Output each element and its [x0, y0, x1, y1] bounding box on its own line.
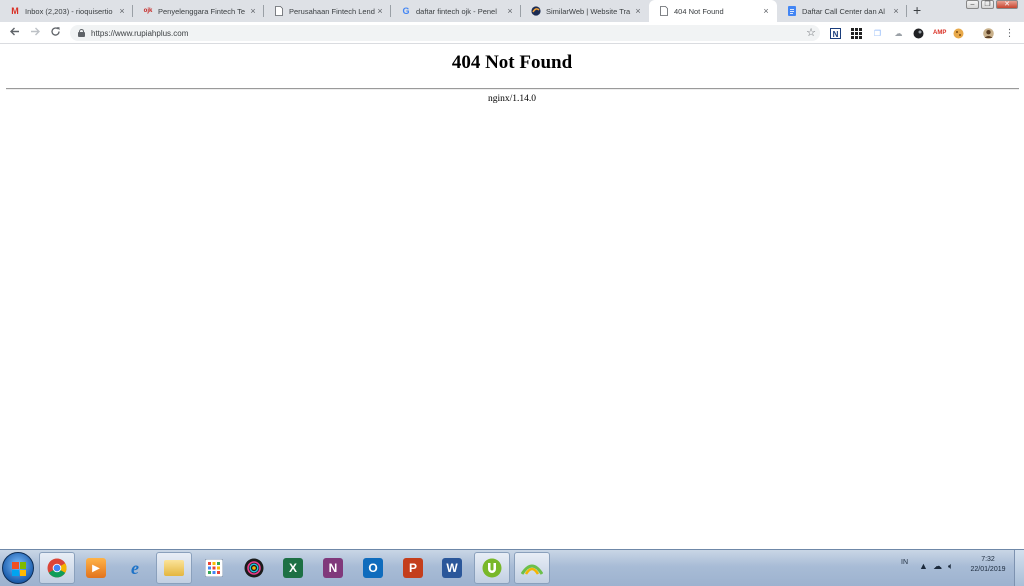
window-close-button[interactable]: ✕: [996, 0, 1018, 9]
close-icon[interactable]: ×: [248, 6, 258, 16]
extension-cookie-icon[interactable]: [953, 28, 964, 39]
internet-explorer-icon: e: [131, 557, 139, 578]
close-icon[interactable]: ×: [117, 6, 127, 16]
taskbar-outlook[interactable]: O: [355, 552, 391, 584]
media-player-icon: ▶: [86, 558, 106, 578]
page-icon: [274, 6, 284, 16]
page-icon: [659, 6, 669, 16]
profile-avatar-icon[interactable]: [983, 28, 994, 39]
window-controls: – ❐ ✕: [966, 0, 1018, 9]
browser-toolbar: https://www.rupiahplus.com ☆ N ❐ ☁ AMP ⋮: [0, 22, 1024, 44]
taskbar-chrome[interactable]: [39, 552, 75, 584]
start-button[interactable]: [2, 552, 34, 584]
forward-button[interactable]: [30, 26, 41, 40]
onenote-icon: N: [323, 558, 343, 578]
forward-arrow-icon: [31, 27, 40, 36]
network-app-icon: [521, 564, 543, 575]
taskbar-word[interactable]: W: [434, 552, 470, 584]
back-arrow-icon: [10, 27, 19, 36]
lock-icon: [78, 29, 85, 37]
server-signature: nginx/1.14.0: [487, 94, 537, 104]
tab-strip: M Inbox (2,203) - rioquisertio × ojk Pen…: [0, 0, 1024, 22]
taskbar-media-player[interactable]: ▶: [78, 552, 114, 584]
excel-icon: X: [283, 558, 303, 578]
reload-icon: [51, 27, 60, 36]
extension-grid-icon[interactable]: [851, 28, 862, 39]
volume-icon[interactable]: 🔈︎: [948, 561, 953, 572]
tab-penyelenggara[interactable]: ojk Penyelenggara Fintech Te ×: [133, 0, 264, 22]
tab-call-center[interactable]: Daftar Call Center dan Al ×: [777, 0, 907, 22]
app-grid-icon: [205, 559, 223, 577]
outlook-icon: O: [363, 558, 383, 578]
extension-n-icon[interactable]: N: [830, 28, 841, 39]
similarweb-icon: [531, 6, 541, 16]
tab-title: 404 Not Found: [674, 6, 724, 16]
tab-title: Daftar Call Center dan Al: [802, 6, 885, 16]
extension-cloud-icon[interactable]: ☁: [893, 28, 904, 39]
reload-button[interactable]: [50, 26, 61, 40]
system-clock[interactable]: 7:32 22/01/2019: [966, 555, 1010, 575]
extension-amp-icon[interactable]: AMP: [933, 28, 946, 39]
page-title: 404 Not Found: [451, 52, 573, 73]
tab-title: Penyelenggara Fintech Te: [158, 6, 246, 16]
taskbar-utorrent[interactable]: [474, 552, 510, 584]
tab-gmail[interactable]: M Inbox (2,203) - rioquisertio ×: [0, 0, 133, 22]
tab-title: daftar fintech ojk - Penel: [416, 6, 497, 16]
taskbar-internet-explorer[interactable]: e: [117, 552, 153, 584]
taskbar-app-grid[interactable]: [196, 552, 232, 584]
taskbar-file-explorer[interactable]: [156, 552, 192, 584]
show-hidden-icons-icon[interactable]: ▲: [919, 561, 928, 571]
docs-icon: [787, 6, 797, 16]
extension-doc-icon[interactable]: ❐: [872, 28, 883, 39]
restore-button[interactable]: ❐: [981, 0, 994, 9]
address-bar[interactable]: https://www.rupiahplus.com ☆: [70, 25, 820, 41]
minimize-button[interactable]: –: [966, 0, 979, 9]
tab-title: SimilarWeb | Website Tra: [546, 6, 631, 16]
powerpoint-icon: P: [403, 558, 423, 578]
taskbar-powerpoint[interactable]: P: [395, 552, 431, 584]
tab-title: Inbox (2,203) - rioquisertio: [25, 6, 113, 16]
ojk-icon: ojk: [143, 8, 153, 14]
chrome-icon: [47, 558, 67, 578]
tab-title: Perusahaan Fintech Lendi: [289, 6, 375, 16]
page-content: 404 Not Found nginx/1.14.0: [0, 45, 1024, 549]
taskbar-camera-app[interactable]: [236, 552, 272, 584]
windows-logo-icon: [12, 562, 26, 576]
extension-dark-icon[interactable]: [913, 28, 924, 39]
menu-kebab-icon[interactable]: ⋮: [1004, 28, 1015, 39]
back-button[interactable]: [9, 26, 20, 40]
close-icon[interactable]: ×: [505, 6, 515, 16]
close-icon[interactable]: ×: [375, 6, 385, 16]
screen: M Inbox (2,203) - rioquisertio × ojk Pen…: [0, 0, 1024, 586]
close-icon[interactable]: ×: [633, 6, 643, 16]
close-icon[interactable]: ×: [891, 6, 901, 16]
gmail-icon: M: [11, 6, 19, 16]
language-indicator[interactable]: IN: [901, 559, 908, 566]
taskbar-excel[interactable]: X: [275, 552, 311, 584]
tab-google-search[interactable]: G daftar fintech ojk - Penel ×: [391, 0, 521, 22]
show-desktop-button[interactable]: [1014, 550, 1024, 586]
utorrent-icon: [482, 558, 502, 578]
bookmark-star-icon[interactable]: ☆: [806, 26, 816, 39]
cloud-sync-icon[interactable]: ☁: [933, 561, 942, 572]
taskbar-network-app[interactable]: [514, 552, 550, 584]
google-icon: G: [402, 6, 410, 16]
taskbar: ▶ e X N O P W IN ▲ ☁ 🔈︎ 7:32 22/01/2019: [0, 549, 1024, 586]
tab-similarweb[interactable]: SimilarWeb | Website Tra ×: [521, 0, 649, 22]
camera-app-icon: [244, 558, 264, 578]
divider: [6, 88, 1019, 90]
new-tab-button[interactable]: +: [913, 3, 921, 17]
close-icon[interactable]: ×: [761, 6, 771, 16]
clock-date: 22/01/2019: [970, 566, 1006, 573]
tab-perusahaan[interactable]: Perusahaan Fintech Lendi ×: [264, 0, 391, 22]
word-icon: W: [442, 558, 462, 578]
clock-time: 7:32: [981, 556, 995, 563]
file-explorer-icon: [164, 560, 184, 576]
tab-404[interactable]: 404 Not Found ×: [649, 0, 777, 22]
url-text[interactable]: https://www.rupiahplus.com: [91, 29, 188, 38]
taskbar-onenote[interactable]: N: [315, 552, 351, 584]
